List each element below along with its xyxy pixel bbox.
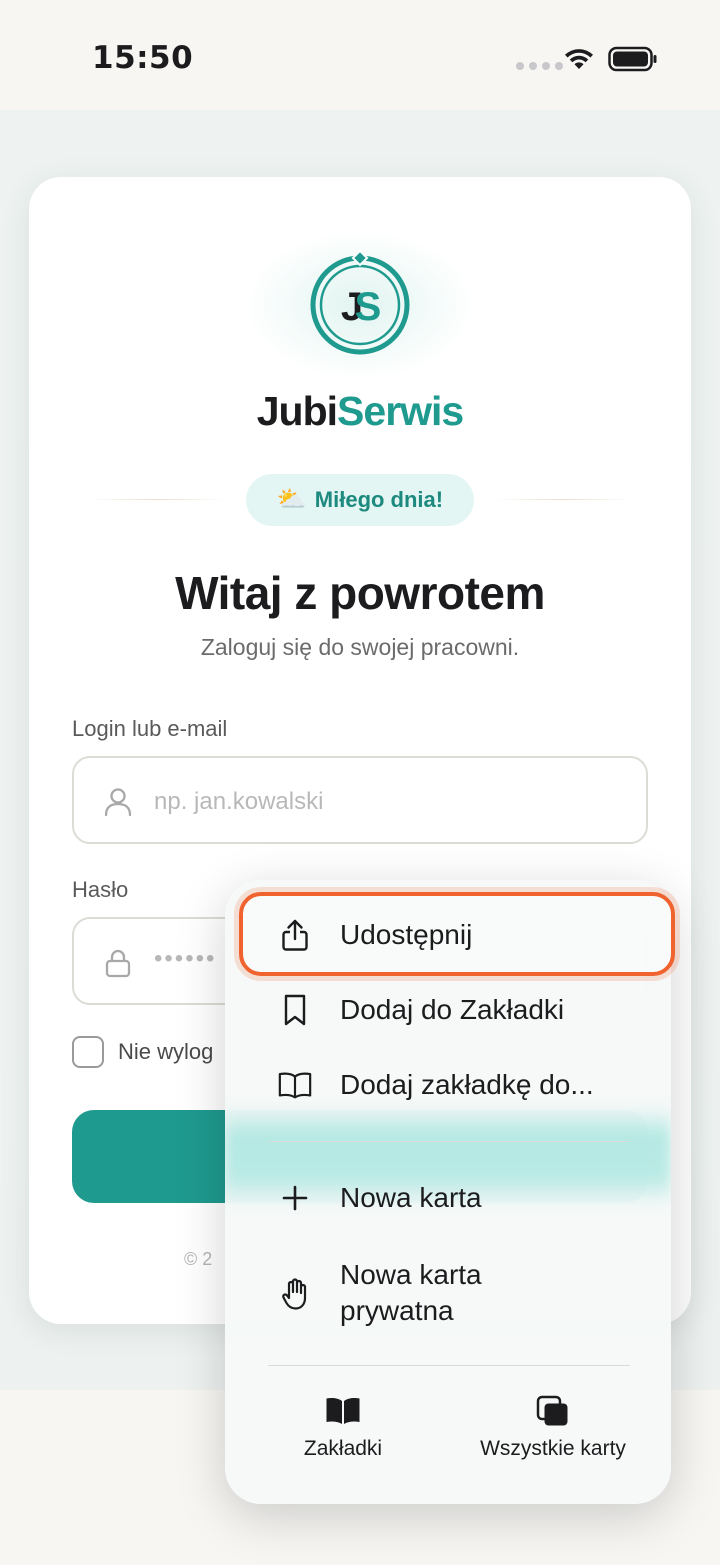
brand-name: JubiSerwis: [0, 388, 720, 435]
share-icon: [277, 917, 313, 953]
wifi-icon: [565, 49, 593, 69]
menu-item-label: Udostępnij: [340, 919, 473, 950]
brand-part-2: Serwis: [337, 388, 464, 434]
brand-part-1: Jubi: [256, 388, 338, 434]
bookmarks-book-icon: [326, 1398, 360, 1424]
password-placeholder: ••••••: [154, 945, 217, 972]
footer-copyright: © 2: [184, 1249, 213, 1269]
page-subtitle: Zaloguj się do swojej pracowni.: [200, 634, 520, 660]
menu-item-label: Dodaj zakładkę do...: [340, 1069, 594, 1100]
book-open-icon: [277, 1067, 313, 1103]
lock-icon: [105, 949, 131, 978]
tabs-overview-icon: [536, 1395, 568, 1426]
jubiserwis-logo-icon: J S: [310, 250, 410, 355]
user-icon: [104, 788, 132, 817]
menu-item-add-bookmark[interactable]: Dodaj do Zakładki: [225, 992, 671, 1028]
menu-separator: [268, 1141, 630, 1142]
menu-item-add-bookmark-to[interactable]: Dodaj zakładkę do...: [225, 1067, 671, 1103]
divider-left: [90, 499, 225, 500]
remember-checkbox[interactable]: [72, 1036, 104, 1068]
greeting-badge: ⛅ Miłego dnia!: [246, 474, 474, 526]
divider-right: [495, 499, 630, 500]
page-title: Witaj z powrotem: [175, 567, 545, 619]
svg-text:S: S: [355, 285, 382, 329]
menu-item-label: Nowa karta: [340, 1259, 482, 1290]
menu-separator: [268, 1365, 630, 1366]
hand-icon: [277, 1276, 313, 1312]
menu-item-new-private-tab[interactable]: Nowa karta prywatna: [225, 1257, 671, 1329]
all-tabs-button[interactable]: Wszystkie karty: [465, 1395, 641, 1461]
bookmarks-label: Zakładki: [303, 1437, 383, 1460]
remember-label: Nie wylog: [118, 1039, 214, 1064]
status-time: 15:50: [92, 40, 194, 76]
menu-item-label: Nowa karta: [340, 1182, 482, 1213]
status-bar: 15:50: [0, 0, 720, 110]
menu-item-share[interactable]: Udostępnij: [225, 917, 671, 953]
plus-icon: [277, 1180, 313, 1216]
password-label: Hasło: [72, 877, 129, 902]
login-label: Login lub e-mail: [72, 716, 228, 741]
all-tabs-label: Wszystkie karty: [480, 1437, 626, 1460]
sun-behind-cloud-icon: ⛅: [276, 486, 307, 513]
greeting-text: Miłego dnia!: [314, 487, 444, 512]
menu-item-label-line2: prywatna: [340, 1295, 454, 1326]
battery-icon: [608, 46, 657, 72]
menu-item-new-tab[interactable]: Nowa karta: [225, 1180, 671, 1216]
bookmarks-button[interactable]: Zakładki: [283, 1395, 403, 1461]
bookmark-icon: [277, 992, 313, 1028]
menu-item-label: Dodaj do Zakładki: [340, 994, 565, 1025]
login-input[interactable]: np. jan.kowalski: [72, 756, 648, 844]
login-placeholder: np. jan.kowalski: [154, 788, 324, 815]
cellular-signal-icon: [516, 62, 563, 70]
